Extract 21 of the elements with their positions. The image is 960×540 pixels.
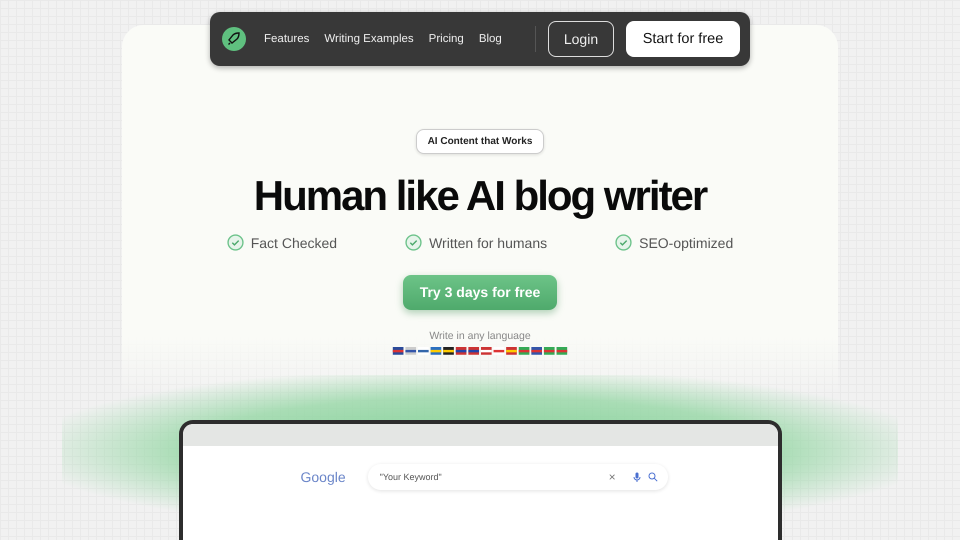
check-circle-icon — [615, 234, 632, 251]
feature-label: SEO-optimized — [639, 234, 734, 250]
language-caption: Write in any language — [429, 330, 531, 342]
check-circle-icon — [226, 234, 244, 251]
check-circle-icon — [405, 234, 422, 251]
login-button[interactable]: Login — [548, 21, 614, 57]
nav-link[interactable]: Writing Examples — [324, 33, 414, 45]
nav-link[interactable]: Blog — [478, 33, 502, 45]
clear-button[interactable]: × — [608, 470, 616, 484]
nav-link[interactable]: Pricing — [428, 33, 464, 45]
search-icon[interactable] — [648, 472, 658, 482]
rocket-icon[interactable] — [222, 27, 246, 51]
search-engine-logo: Google — [300, 468, 346, 485]
feature-label: Written for humans — [429, 234, 548, 250]
search-field[interactable]: "Your Keyword" × — [368, 464, 668, 490]
hero-heading: Human like AI blog writer — [254, 172, 706, 220]
feature-label: Fact Checked — [250, 234, 338, 250]
start-for-free-button[interactable]: Start for free — [626, 21, 740, 57]
nav-link[interactable]: Features — [264, 33, 310, 45]
microphone-icon[interactable] — [632, 472, 642, 482]
tagline-badge: AI Content that Works — [416, 129, 544, 154]
